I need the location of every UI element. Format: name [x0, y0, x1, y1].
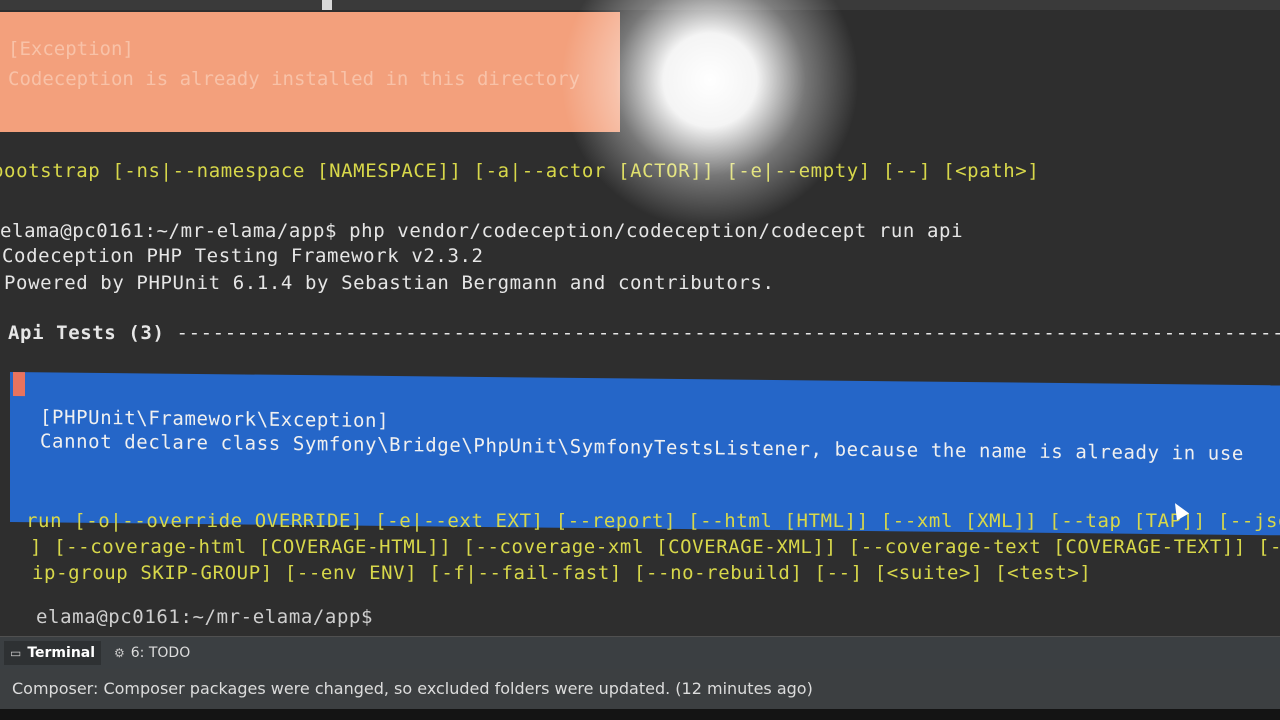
- ide-window: [Exception] Codeception is already insta…: [0, 0, 1280, 720]
- monitor-bezel: [0, 709, 1280, 720]
- tab-todo-label: 6: TODO: [130, 645, 191, 661]
- status-bar: Composer: Composer packages were changed…: [0, 669, 1280, 709]
- command-line: elama@pc0161:~/mr-elama/app$ php vendor/…: [0, 220, 964, 242]
- status-message[interactable]: Composer: Composer packages were changed…: [12, 679, 813, 698]
- terminal-panel[interactable]: [Exception] Codeception is already insta…: [0, 0, 1280, 636]
- exception-message: Codeception is already installed in this…: [8, 68, 580, 90]
- powered-by-line: Powered by PHPUnit 6.1.4 by Sebastian Be…: [4, 272, 775, 294]
- tool-window-bar: ▭ Terminal ⚙ 6: TODO: [0, 636, 1280, 669]
- error-message: Cannot declare class Symfony\Bridge\PhpU…: [40, 430, 1244, 465]
- error-title: [PHPUnit\Framework\Exception]: [40, 406, 390, 432]
- run-usage-line-2: ] [--coverage-html [COVERAGE-HTML]] [--c…: [30, 536, 1280, 558]
- shell-prompt[interactable]: elama@pc0161:~/mr-elama/app$: [36, 606, 373, 628]
- exception-block: [Exception] Codeception is already insta…: [0, 12, 620, 132]
- run-usage-line-3: ip-group SKIP-GROUP] [--env ENV] [-f|--f…: [32, 562, 1092, 584]
- run-usage-line-1: run [-o|--override OVERRIDE] [-e|--ext E…: [26, 510, 1280, 532]
- suite-header-rule: ----------------------------------------…: [176, 322, 1280, 344]
- version-line: Codeception PHP Testing Framework v2.3.2: [2, 245, 484, 267]
- terminal-top-strip: [0, 0, 1280, 10]
- terminal-icon: ▭: [10, 646, 22, 660]
- exception-title: [Exception]: [8, 38, 134, 60]
- bootstrap-usage-line: bootstrap [-ns|--namespace [NAMESPACE]] …: [0, 160, 1040, 182]
- tab-terminal[interactable]: ▭ Terminal: [4, 641, 102, 665]
- error-marker: [13, 372, 25, 397]
- tab-todo[interactable]: ⚙ 6: TODO: [108, 641, 196, 665]
- tab-terminal-label: Terminal: [27, 645, 96, 661]
- todo-icon: ⚙: [114, 646, 125, 660]
- suite-header-title: Api Tests (3): [8, 322, 165, 344]
- scroll-marker: [322, 0, 332, 10]
- suite-header: Api Tests (3) --------------------------…: [8, 322, 1280, 344]
